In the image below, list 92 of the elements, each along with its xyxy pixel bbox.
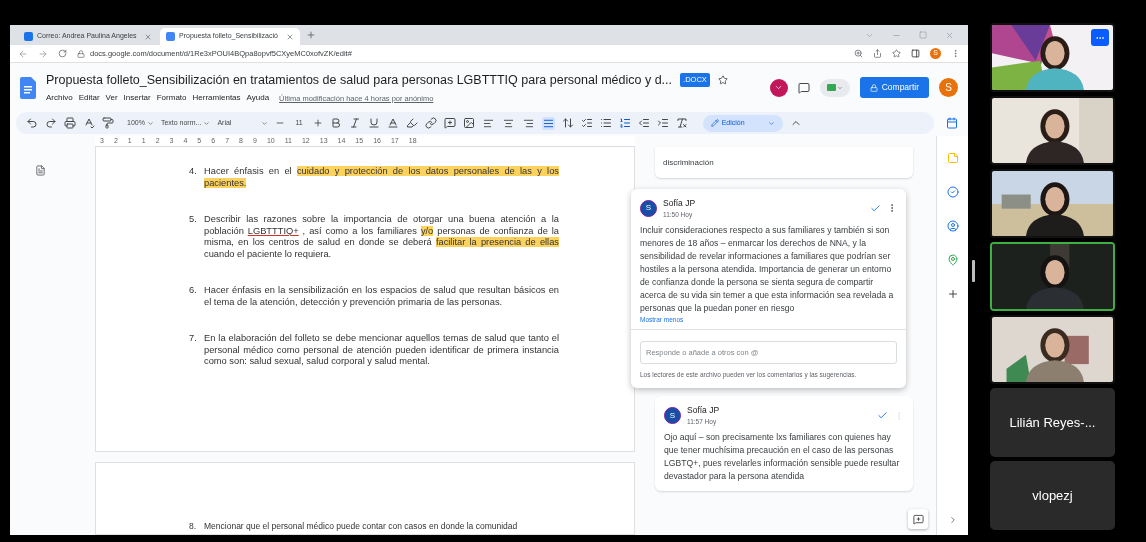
pencil-icon [710, 119, 719, 127]
comment-text: Ojo aquí – son precisamente lxs familiares con quienes hay que tener muchísima precaución en el caso de las personas LGBTQ+, pues revelarles información sensible puede resultar devastador para la persona atendida [664, 430, 901, 483]
line-spacing-icon[interactable] [561, 117, 574, 129]
participant-name: vlopezj [1032, 486, 1073, 505]
share-button[interactable]: Compartir [859, 77, 929, 98]
comments-icon[interactable] [797, 81, 810, 94]
menu-icon[interactable] [951, 49, 960, 58]
undo-icon[interactable] [26, 117, 38, 129]
comment-text: Incluir consideraciones respecto a sus familiares y también si son menores de 18 años – enmarcar los derechos de NNA, y la sensibilidad de revelar informaciones a familiares que podrían ser hostiles a la persona atendida. Importancia de generar un entorno de confianza donde la persona se sienta segura de compartir acerca de su vida sin temer a que esta información sea revelada a personas que la puedan poner en riesgo [640, 223, 895, 315]
caret-icon [146, 119, 154, 127]
add-comment-icon [912, 513, 924, 525]
list-number: 4. [189, 166, 198, 178]
numbered-list-icon[interactable] [618, 117, 631, 129]
list-item-text: En la elaboración del folleto se debe mencionar aquellos temas de salud que tanto el personal médico como personal de atención pueden identificar de primera instancia como son: salud sexual, salud corporal y salud mental. [204, 333, 559, 368]
link-icon[interactable] [424, 117, 437, 129]
close-icon[interactable] [286, 32, 294, 41]
list-item-text: Describir las razones sobre la importancia de otorgar una buena atención a la población LGBTTTIQ+ , así como a los familiares y/o personas de confianza de la misma, en los centros de salud en donde se deberá facilitar la presencia de ellas cuando el paciente lo requiera. [204, 214, 559, 260]
outline-icon[interactable] [35, 165, 46, 176]
participant-tile[interactable]: vlopezj [990, 461, 1115, 530]
share-icon[interactable] [873, 49, 882, 58]
comment-card[interactable] [631, 189, 906, 389]
clear-formatting-icon[interactable] [675, 117, 688, 129]
italic-icon[interactable] [348, 117, 361, 129]
add-comment-icon[interactable] [443, 117, 456, 129]
spellcheck-icon[interactable] [83, 117, 95, 129]
resolve-icon[interactable] [870, 202, 881, 214]
author-name: Sofía JP [687, 404, 721, 417]
lock-icon [77, 49, 85, 58]
list-number: 6. [189, 285, 198, 297]
zoom-icon[interactable] [854, 49, 863, 58]
tab-icon [166, 32, 175, 41]
menu-item[interactable]: Formato [156, 92, 187, 105]
tab-icon [24, 32, 33, 41]
document-icon[interactable] [20, 76, 36, 99]
comment-card[interactable]: discriminación [655, 147, 913, 178]
calendar-icon[interactable] [946, 117, 958, 129]
list-number: 5. [189, 214, 198, 226]
menu-item[interactable]: Herramientas [192, 92, 241, 105]
lock-icon [869, 83, 878, 92]
maps-icon[interactable] [946, 254, 959, 266]
resize-handle[interactable] [972, 260, 975, 282]
indent-increase-icon[interactable] [656, 117, 669, 129]
side-panel-icon[interactable] [911, 49, 920, 58]
menu-item[interactable]: Insertar [123, 92, 151, 105]
redo-icon[interactable] [45, 117, 57, 129]
more-button[interactable] [1091, 29, 1109, 46]
menu-item[interactable]: Ayuda [246, 92, 270, 105]
paint-format-icon[interactable] [102, 117, 114, 129]
document-title[interactable]: Propuesta folleto_Sensibilización en tratamientos de salud para personas LGBTTTIQ para personal médico y d... [46, 70, 673, 90]
caret-icon [261, 119, 269, 127]
new-tab-icon[interactable] [306, 30, 316, 40]
print-icon[interactable] [64, 117, 76, 129]
chevron-down-icon [774, 83, 784, 92]
participant-tile[interactable]: Lilián Reyes-... [990, 388, 1115, 457]
author-avatar: S [664, 407, 681, 424]
comment-card[interactable] [655, 396, 913, 491]
contacts-icon[interactable] [946, 220, 959, 232]
menu-item[interactable]: Ver [105, 92, 118, 105]
caret-icon [203, 119, 211, 127]
image-icon[interactable] [462, 117, 475, 129]
list-number: 8. [189, 521, 198, 533]
text-color-icon[interactable] [386, 117, 399, 129]
meet-button[interactable] [819, 78, 850, 97]
highlight-icon[interactable] [405, 117, 418, 129]
list-item-text: Hacer énfasis en el cuidado y protección de los datos personales de las y los pacientes. [204, 166, 559, 189]
tasks-icon[interactable] [946, 186, 959, 198]
presenter-icon[interactable] [769, 78, 788, 97]
align-button[interactable] [541, 116, 555, 130]
underline-icon[interactable] [367, 117, 380, 129]
menu-item[interactable]: Editar [78, 92, 100, 105]
author-avatar: S [640, 199, 657, 217]
checklist-icon[interactable] [580, 117, 593, 129]
resolve-icon[interactable] [877, 410, 888, 421]
close-icon[interactable] [144, 32, 152, 41]
star-icon[interactable] [717, 75, 728, 85]
author-name: Sofía JP [663, 197, 697, 210]
menu-item[interactable]: Archivo [46, 92, 73, 105]
reload-icon[interactable] [58, 49, 67, 58]
increase-size-icon[interactable] [312, 118, 323, 128]
list-item-text: Mencionar que el personal médico puede contar con casos en donde la comunidad [204, 521, 518, 533]
add-comment-button[interactable] [908, 509, 928, 529]
caret-icon [836, 84, 843, 91]
star-icon[interactable] [892, 49, 901, 58]
add-icon[interactable] [946, 288, 959, 300]
list-item-text: Hacer énfasis en la sensibilización en los espacios de salud que resultan básicos en el tema de la atención, detección y prevención primaria de las personas. [204, 285, 559, 308]
comment-text: discriminación [663, 158, 714, 167]
caret-icon [767, 119, 775, 127]
indent-decrease-icon[interactable] [637, 117, 650, 129]
participant-name: Lilián Reyes-... [1009, 413, 1096, 432]
bold-icon[interactable] [329, 117, 342, 129]
bulleted-list-icon[interactable] [599, 117, 612, 129]
list-number: 7. [189, 333, 198, 345]
